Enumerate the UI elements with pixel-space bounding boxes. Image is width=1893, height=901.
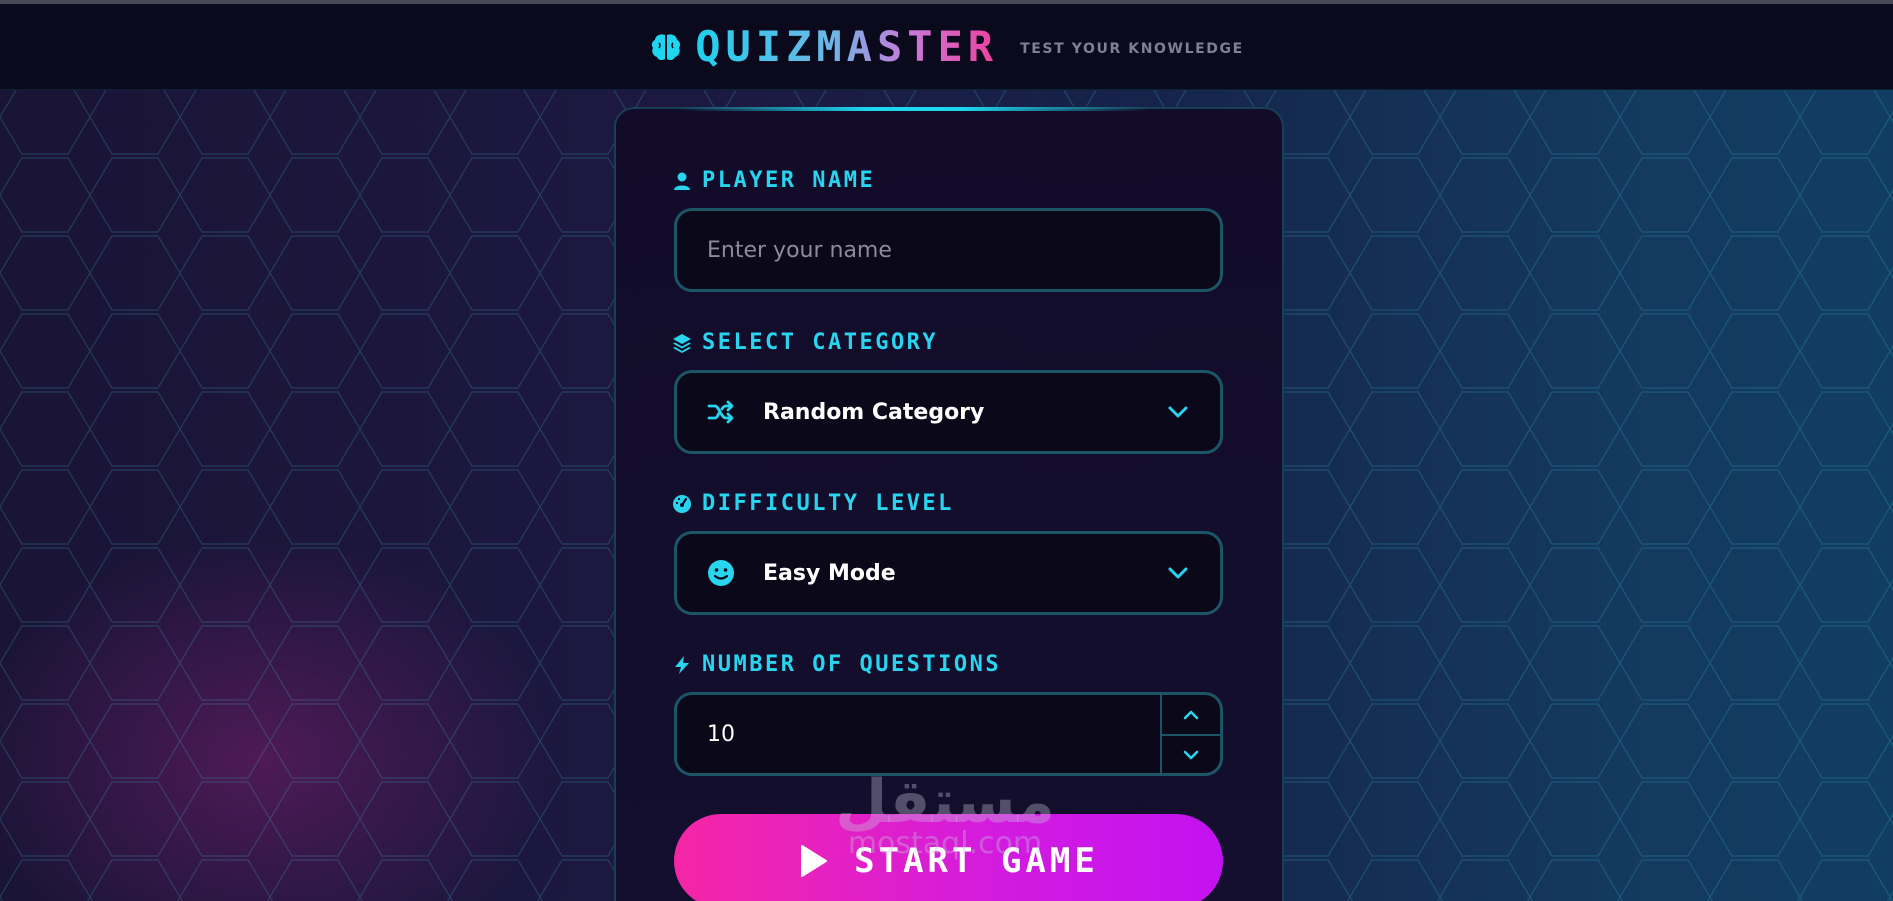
difficulty-label-text: DIFFICULTY LEVEL xyxy=(702,491,954,516)
decrement-button[interactable] xyxy=(1162,734,1220,773)
category-label-text: SELECT CATEGORY xyxy=(702,330,939,355)
difficulty-select[interactable]: Easy Mode xyxy=(674,531,1223,615)
brain-icon xyxy=(652,33,681,60)
play-icon xyxy=(801,845,828,877)
chevron-up-icon xyxy=(1183,710,1199,719)
questions-label: NUMBER OF QUESTIONS xyxy=(672,652,1001,677)
category-selected-value: Random Category xyxy=(763,399,985,425)
questions-label-text: NUMBER OF QUESTIONS xyxy=(702,652,1002,677)
layers-icon xyxy=(673,333,691,353)
increment-button[interactable] xyxy=(1162,695,1220,734)
gauge-icon xyxy=(673,494,691,513)
difficulty-label: DIFFICULTY LEVEL xyxy=(672,491,954,516)
watermark: مستقل mostaql.com xyxy=(830,770,1060,860)
card-top-glow xyxy=(680,107,1150,111)
player-name-field[interactable] xyxy=(674,208,1223,292)
smile-icon xyxy=(708,560,734,586)
chevron-down-icon xyxy=(1183,750,1199,759)
shuffle-icon xyxy=(707,400,734,424)
watermark-arabic: مستقل xyxy=(835,767,1055,837)
player-name-label-text: PLAYER NAME xyxy=(702,168,876,193)
player-name-label: PLAYER NAME xyxy=(672,168,875,193)
bolt-icon xyxy=(675,655,689,674)
app-header: QUIZMASTER TEST YOUR KNOWLEDGE xyxy=(0,4,1893,90)
user-icon xyxy=(674,172,690,190)
watermark-latin: mostaql.com xyxy=(847,826,1043,861)
chevron-down-icon xyxy=(1168,567,1188,579)
quantity-stepper[interactable] xyxy=(1160,695,1220,773)
questions-number-field[interactable] xyxy=(674,692,1223,776)
chevron-down-icon xyxy=(1168,406,1188,418)
player-name-input[interactable] xyxy=(677,211,1220,289)
difficulty-selected-value: Easy Mode xyxy=(763,560,896,586)
app-tagline: TEST YOUR KNOWLEDGE xyxy=(1020,40,1244,57)
category-select[interactable]: Random Category xyxy=(674,370,1223,454)
questions-input[interactable] xyxy=(677,695,1220,773)
category-label: SELECT CATEGORY xyxy=(672,330,938,355)
app-logo: QUIZMASTER xyxy=(695,22,999,71)
